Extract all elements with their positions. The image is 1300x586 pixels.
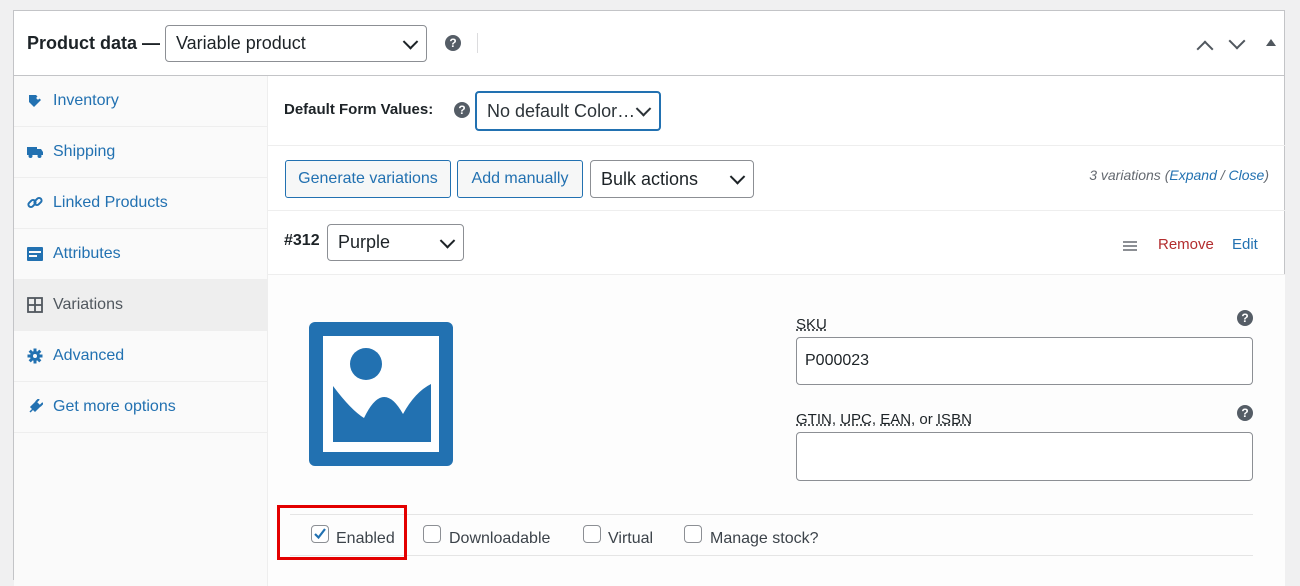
variation-header[interactable]: #312 Purple Remove Edit — [268, 211, 1285, 275]
grid-icon — [27, 297, 43, 313]
header-divider — [477, 33, 478, 53]
close-link[interactable]: Close — [1229, 167, 1265, 183]
ean-sep: , or — [911, 411, 937, 428]
variations-toolbar: Generate variations Add manually Bulk ac… — [268, 146, 1285, 211]
manage-stock-checkbox[interactable] — [684, 525, 702, 543]
options-divider-bottom — [290, 555, 1253, 556]
sidebar-item-attributes[interactable]: Attributes — [14, 229, 267, 280]
product-data-tabs: Inventory Shipping Linked Products Attri… — [14, 76, 268, 586]
chevron-down-icon — [402, 33, 419, 50]
remove-variation-link[interactable]: Remove — [1158, 236, 1214, 253]
expand-link[interactable]: Expand — [1169, 167, 1216, 183]
sidebar-item-get-more-options[interactable]: Get more options — [14, 382, 267, 433]
sidebar-item-inventory[interactable]: Inventory — [14, 76, 267, 127]
collapse-toggle-icon[interactable] — [1266, 39, 1276, 46]
sku-abbr: SKU — [796, 316, 827, 333]
truck-icon — [27, 147, 43, 158]
chevron-down-icon — [729, 169, 746, 185]
sidebar-item-advanced[interactable]: Advanced — [14, 331, 267, 382]
link-icon — [27, 196, 43, 209]
move-down-icon[interactable] — [1228, 32, 1246, 50]
bulk-actions-value: Bulk actions — [601, 168, 699, 189]
variations-panel: Default Form Values: ? No default Color…… — [268, 76, 1285, 586]
downloadable-checkbox[interactable] — [423, 525, 441, 543]
product-type-select[interactable]: Variable product — [165, 25, 427, 62]
sku-value: P000023 — [805, 352, 870, 369]
edit-variation-link[interactable]: Edit — [1232, 236, 1258, 253]
virtual-checkbox[interactable] — [583, 525, 601, 543]
panel-header: Product data — Variable product ? — [14, 11, 1284, 76]
variation-attribute-value: Purple — [338, 232, 391, 252]
options-divider-top — [290, 514, 1253, 515]
help-icon[interactable]: ? — [1237, 310, 1253, 326]
isbn-abbr: ISBN — [936, 411, 972, 428]
downloadable-label: Downloadable — [449, 530, 551, 547]
gtin-label: GTIN, UPC, EAN, or ISBN — [796, 411, 972, 428]
product-data-panel: Product data — Variable product ? Invent… — [13, 10, 1285, 586]
upc-sep: , — [871, 411, 881, 428]
default-form-values-label: Default Form Values: — [284, 101, 434, 118]
sidebar-item-label: Shipping — [53, 143, 116, 160]
plugin-icon — [29, 399, 43, 413]
close-paren: ) — [1264, 167, 1269, 183]
panel-title: Product data — — [27, 33, 161, 53]
default-color-value: No default Color… — [487, 100, 636, 121]
enabled-highlight-box — [277, 505, 407, 560]
sidebar-item-label: Variations — [53, 296, 123, 313]
sidebar-item-label: Advanced — [53, 347, 125, 364]
sidebar-item-label: Get more options — [53, 398, 176, 415]
variations-count-text: 3 variations ( — [1089, 167, 1170, 183]
chevron-down-icon — [439, 232, 456, 249]
manage-stock-label: Manage stock? — [710, 530, 819, 547]
generate-variations-button[interactable]: Generate variations — [285, 160, 451, 198]
gtin-abbr: GTIN — [796, 411, 832, 428]
add-manually-button[interactable]: Add manually — [457, 160, 583, 198]
help-icon[interactable]: ? — [445, 35, 461, 51]
sidebar-item-label: Linked Products — [53, 194, 168, 211]
gtin-sep: , — [831, 411, 841, 428]
upc-abbr: UPC — [840, 411, 872, 428]
variations-count: 3 variations (Expand / Close) — [1089, 167, 1269, 183]
variation-image-icon[interactable] — [309, 322, 453, 466]
sidebar-item-variations[interactable]: Variations — [14, 280, 267, 331]
gtin-input[interactable] — [796, 432, 1253, 481]
sku-label: SKU — [796, 316, 827, 333]
list-icon — [27, 247, 43, 261]
slash-separator: / — [1216, 167, 1229, 183]
ean-abbr: EAN — [880, 411, 912, 428]
gear-icon — [27, 348, 43, 364]
variation-id: #312 — [284, 232, 320, 249]
variation-attribute-select[interactable]: Purple — [327, 224, 464, 261]
sidebar-item-linked-products[interactable]: Linked Products — [14, 178, 267, 229]
sku-input[interactable]: P000023 — [796, 337, 1253, 385]
default-color-select[interactable]: No default Color… — [475, 91, 661, 131]
help-icon[interactable]: ? — [1237, 405, 1253, 421]
virtual-label: Virtual — [608, 530, 654, 547]
product-type-value: Variable product — [176, 33, 306, 53]
default-form-values-row: Default Form Values: ? No default Color… — [268, 76, 1285, 146]
move-up-icon[interactable] — [1196, 40, 1214, 58]
sidebar-item-shipping[interactable]: Shipping — [14, 127, 267, 178]
tag-icon — [29, 95, 41, 107]
sidebar-item-label: Attributes — [53, 245, 121, 262]
help-icon[interactable]: ? — [454, 102, 470, 118]
drag-handle-icon[interactable] — [1123, 241, 1137, 243]
bulk-actions-select[interactable]: Bulk actions — [590, 160, 754, 198]
variation-body: SKU ? P000023 GTIN, UPC, EAN, or ISBN ? … — [268, 275, 1285, 586]
chevron-down-icon — [635, 101, 652, 117]
sidebar-item-label: Inventory — [53, 92, 119, 109]
